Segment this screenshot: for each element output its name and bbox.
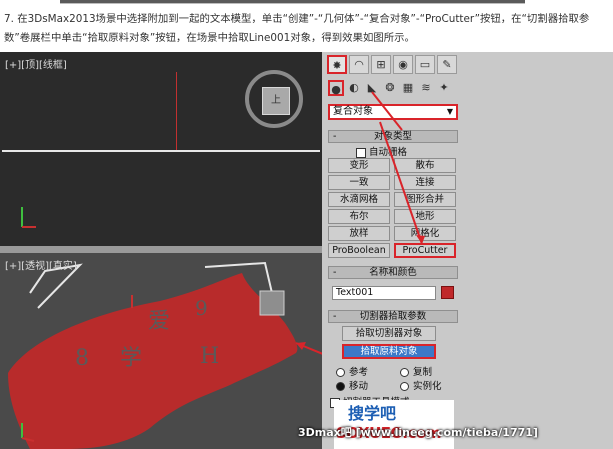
text-glyph-4: 学 (120, 346, 142, 371)
radio-icon (400, 368, 409, 377)
category-dropdown-value: 复合对象 (333, 106, 373, 117)
collapse-icon: - (333, 311, 337, 322)
viewport-top[interactable]: [+][顶][线框] 上 (0, 52, 322, 246)
proboolean-button[interactable]: ProBoolean (328, 243, 390, 258)
mesher-button[interactable]: 网格化 (394, 226, 456, 241)
object-name-input[interactable]: Text001 (332, 286, 436, 300)
rollout-object-type-title: 对象类型 (373, 131, 412, 142)
shapemerge-button[interactable]: 图形合并 (394, 192, 456, 207)
collapse-icon: - (333, 267, 337, 278)
text-glyph-2: 9 (195, 296, 208, 320)
radio-instance-label: 实例化 (413, 381, 442, 392)
instruction-text: 7. 在3DsMax2013场景中选择附加到一起的文本模型，单击“创建”-“几何… (4, 13, 590, 44)
tab-display[interactable]: ▭ (415, 55, 435, 74)
tab-motion[interactable]: ◉ (393, 55, 413, 74)
conform-button[interactable]: 一致 (328, 175, 390, 190)
text-glyph-3: 8 (75, 346, 89, 371)
pick-cutter-button[interactable]: 拾取切割器对象 (342, 326, 436, 341)
rollout-cutter-params-title: 切割器拾取参数 (359, 311, 427, 322)
subtab-geometry[interactable]: ● (328, 80, 344, 96)
tab-hierarchy[interactable]: ⊞ (371, 55, 391, 74)
scatter-button[interactable]: 散布 (394, 158, 456, 173)
top-axis-gizmo (21, 207, 36, 228)
object-color-swatch[interactable] (441, 286, 454, 299)
viewport-perspective[interactable]: 爱 9 8 学 H [+][透视][真实] (0, 253, 322, 449)
checkbox-icon (356, 147, 366, 158)
text-glyph-5: H (200, 344, 219, 369)
tab-modify[interactable]: ◠ (349, 55, 369, 74)
boolean-button[interactable]: 布尔 (328, 209, 390, 224)
tab-utilities[interactable]: ✎ (437, 55, 457, 74)
viewport-divider (0, 246, 322, 253)
morph-button[interactable]: 变形 (328, 158, 390, 173)
terrain-button[interactable]: 地形 (394, 209, 456, 224)
autogrid-checkbox[interactable]: 自动栅格 (356, 144, 407, 158)
blobmesh-button[interactable]: 水滴网格 (328, 192, 390, 207)
tab-create[interactable]: ✸ (327, 55, 347, 74)
pick-stock-button[interactable]: 拾取原料对象 (342, 344, 436, 359)
watermark-logo-top: 搜学吧 (348, 404, 397, 423)
rollout-object-type[interactable]: - 对象类型 (328, 130, 458, 143)
category-dropdown[interactable]: 复合对象 ▼ (328, 104, 458, 120)
radio-move[interactable]: 移动 (336, 378, 368, 392)
watermark-text: 3Dmax吧 [www.lineeg.com/tieba/1771] (298, 426, 538, 439)
autogrid-label: 自动栅格 (369, 147, 408, 158)
chevron-down-icon: ▼ (446, 107, 453, 116)
loft-button[interactable]: 放样 (328, 226, 390, 241)
subtab-shapes[interactable]: ◐ (346, 80, 362, 96)
screenshot-3dsmax: [+][顶][线框] 上 爱 9 8 学 H [+][透视][真实] ✸ ◠ ⊞… (0, 52, 613, 449)
procutter-button[interactable]: ProCutter (394, 243, 456, 258)
subtab-cameras[interactable]: ❂ (382, 80, 398, 96)
cut-text-object (8, 273, 298, 449)
radio-icon (336, 368, 345, 377)
connect-button[interactable]: 连接 (394, 175, 456, 190)
radio-copy-label: 复制 (413, 367, 433, 378)
collapse-icon: - (333, 131, 337, 142)
radio-icon-selected (336, 382, 345, 391)
perspective-scene: 爱 9 8 学 H (8, 261, 322, 449)
rollout-cutter-params[interactable]: - 切割器拾取参数 (328, 310, 458, 323)
rollout-name-color[interactable]: - 名称和颜色 (328, 266, 458, 279)
radio-instance[interactable]: 实例化 (400, 378, 442, 392)
subtab-systems[interactable]: ✦ (436, 80, 452, 96)
subtab-spacewarps[interactable]: ≋ (418, 80, 434, 96)
radio-move-label: 移动 (349, 381, 369, 392)
top-image-edge-line (60, 3, 525, 4)
radio-icon (400, 382, 409, 391)
subtab-helpers[interactable]: ▦ (400, 80, 416, 96)
radio-reference[interactable]: 参考 (336, 364, 368, 378)
subtab-lights[interactable]: ◣ (364, 80, 380, 96)
radio-copy[interactable]: 复制 (400, 364, 432, 378)
viewport-persp-label[interactable]: [+][透视][真实] (5, 257, 77, 272)
radio-reference-label: 参考 (349, 367, 369, 378)
viewcube-persp[interactable] (259, 290, 285, 316)
rollout-name-color-title: 名称和颜色 (369, 267, 417, 278)
text-glyph-1: 爱 (148, 309, 170, 334)
command-panel: ✸ ◠ ⊞ ◉ ▭ ✎ ● ◐ ◣ ❂ ▦ ≋ ✦ 复合对象 ▼ - 对象类型 … (322, 52, 613, 449)
